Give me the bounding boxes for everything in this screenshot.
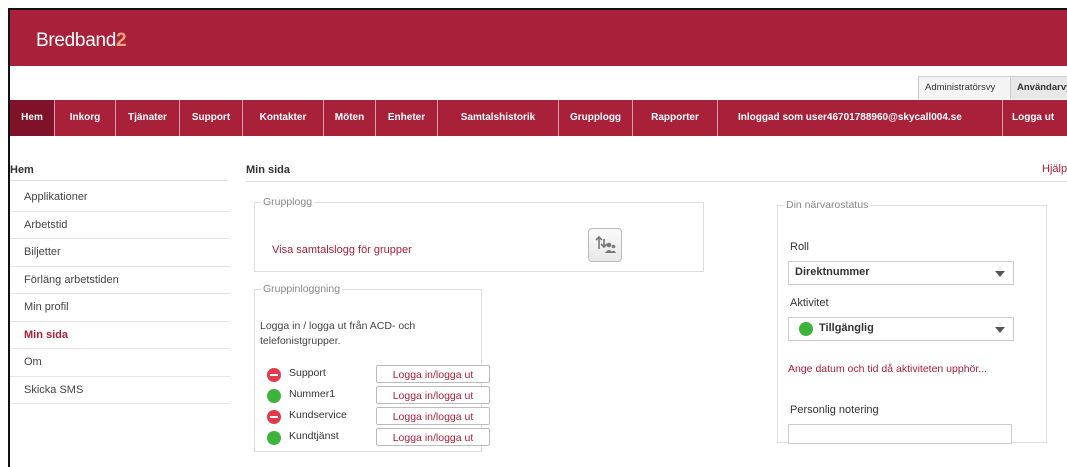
sidebar-item-min-sida[interactable]: Min sida [10,322,230,349]
sidebar-title: Hem [10,164,34,176]
group-name: Support [289,367,326,379]
help-link[interactable]: Hjälp [1042,163,1067,175]
group-name: Kundtjänst [289,430,339,442]
role-select-value: Direktnummer [795,266,870,278]
nav-item-moten[interactable]: Möten [324,100,376,136]
group-row: Kundtjänst Logga in/logga ut [267,428,497,448]
role-select[interactable]: Direktnummer [788,261,1014,285]
nav-item-enheter[interactable]: Enheter [376,100,438,136]
sidebar-item-applikationer[interactable]: Applikationer [10,184,230,212]
sidebar-item-biljetter[interactable]: Biljetter [10,239,230,267]
nav-item-inkorg[interactable]: Inkorg [55,100,116,136]
view-switcher: Administratörsvy Användarvy [10,66,1067,100]
sidebar-title-divider [10,180,228,181]
sidebar-item-arbetstid[interactable]: Arbetstid [10,212,230,239]
group-status-green-icon [267,431,281,445]
group-row: Kundservice Logga in/logga ut [267,407,497,427]
group-transfer-icon[interactable] [588,228,622,262]
nav-item-grupplogg[interactable]: Grupplogg [559,100,633,136]
grupplogg-legend: Grupplogg [263,196,313,208]
group-name: Nummer1 [289,388,336,400]
app-header: Bredband2 [10,10,1067,66]
gruppinloggning-panel: Gruppinloggning Logga in / logga ut från… [254,283,490,452]
nav-item-support[interactable]: Support [180,100,243,136]
nav-item-kontakter[interactable]: Kontakter [243,100,324,136]
app-frame: Bredband2 Administratörsvy Användarvy He… [0,0,1067,467]
sidebar-item-forlang-arbetstiden[interactable]: Förläng arbetstiden [10,267,230,294]
page-title-divider [246,181,1067,182]
view-tab-admin[interactable]: Administratörsvy [918,76,1018,99]
activity-end-time-link[interactable]: Ange datum och tid då aktiviteten upphör… [788,363,987,375]
sidebar-item-min-profil[interactable]: Min profil [10,294,230,322]
group-row: Support Logga in/logga ut [267,365,497,385]
activity-label: Aktivitet [790,297,829,309]
main-nav: Hem Inkorg Tjänater Support Kontakter Mö… [10,100,1067,136]
activity-select[interactable]: Tillgänglig [788,317,1014,341]
sidebar-item-skicka-sms[interactable]: Skicka SMS [10,377,230,404]
sidebar-menu: Applikationer Arbetstid Biljetter Förlän… [10,184,230,404]
logout-link[interactable]: Logga ut [1012,100,1054,136]
chevron-down-icon [995,271,1005,277]
nav-item-samtalshistorik[interactable]: Samtalshistorik [438,100,559,136]
nav-item-rapporter[interactable]: Rapporter [633,100,718,136]
group-call-log-link[interactable]: Visa samtalslogg för grupper [272,244,412,256]
presence-legend: Din närvarostatus [786,199,869,211]
role-label: Roll [790,241,809,253]
gruppinloggning-legend: Gruppinloggning [263,283,341,295]
activity-status-green-icon [799,322,813,336]
personal-note-label: Personlig notering [790,404,879,416]
brand-name-suffix: 2 [116,30,127,51]
activity-select-value: Tillgänglig [819,322,874,334]
group-status-red-icon [267,368,281,382]
presence-panel: Din närvarostatus Roll Direktnummer Akti… [777,199,1047,444]
personal-note-input[interactable] [788,424,1012,444]
group-row: Nummer1 Logga in/logga ut [267,386,497,406]
group-status-green-icon [267,389,281,403]
group-login-toggle-button[interactable]: Logga in/logga ut [376,386,490,404]
group-name: Kundservice [289,409,347,421]
group-login-toggle-button[interactable]: Logga in/logga ut [376,407,490,425]
sidebar-item-om[interactable]: Om [10,349,230,377]
chevron-down-icon [995,327,1005,333]
view-tab-user[interactable]: Användarvy [1010,76,1067,99]
logged-in-user: Inloggad som user46701788960@skycall004.… [738,112,962,123]
brand-logo[interactable]: Bredband2 [36,30,127,52]
group-login-toggle-button[interactable]: Logga in/logga ut [376,428,490,446]
nav-divider [1002,100,1003,136]
group-login-toggle-button[interactable]: Logga in/logga ut [376,365,490,383]
grupplogg-panel: Grupplogg Visa samtalslogg för grupper [254,196,704,272]
nav-item-hem[interactable]: Hem [10,100,55,136]
gruppinloggning-description: Logga in / logga ut från ACD- och telefo… [260,320,416,347]
nav-item-tjanster[interactable]: Tjänater [116,100,180,136]
group-status-red-icon [267,410,281,424]
page-title: Min sida [246,164,291,176]
brand-name: Bredband [36,30,117,51]
